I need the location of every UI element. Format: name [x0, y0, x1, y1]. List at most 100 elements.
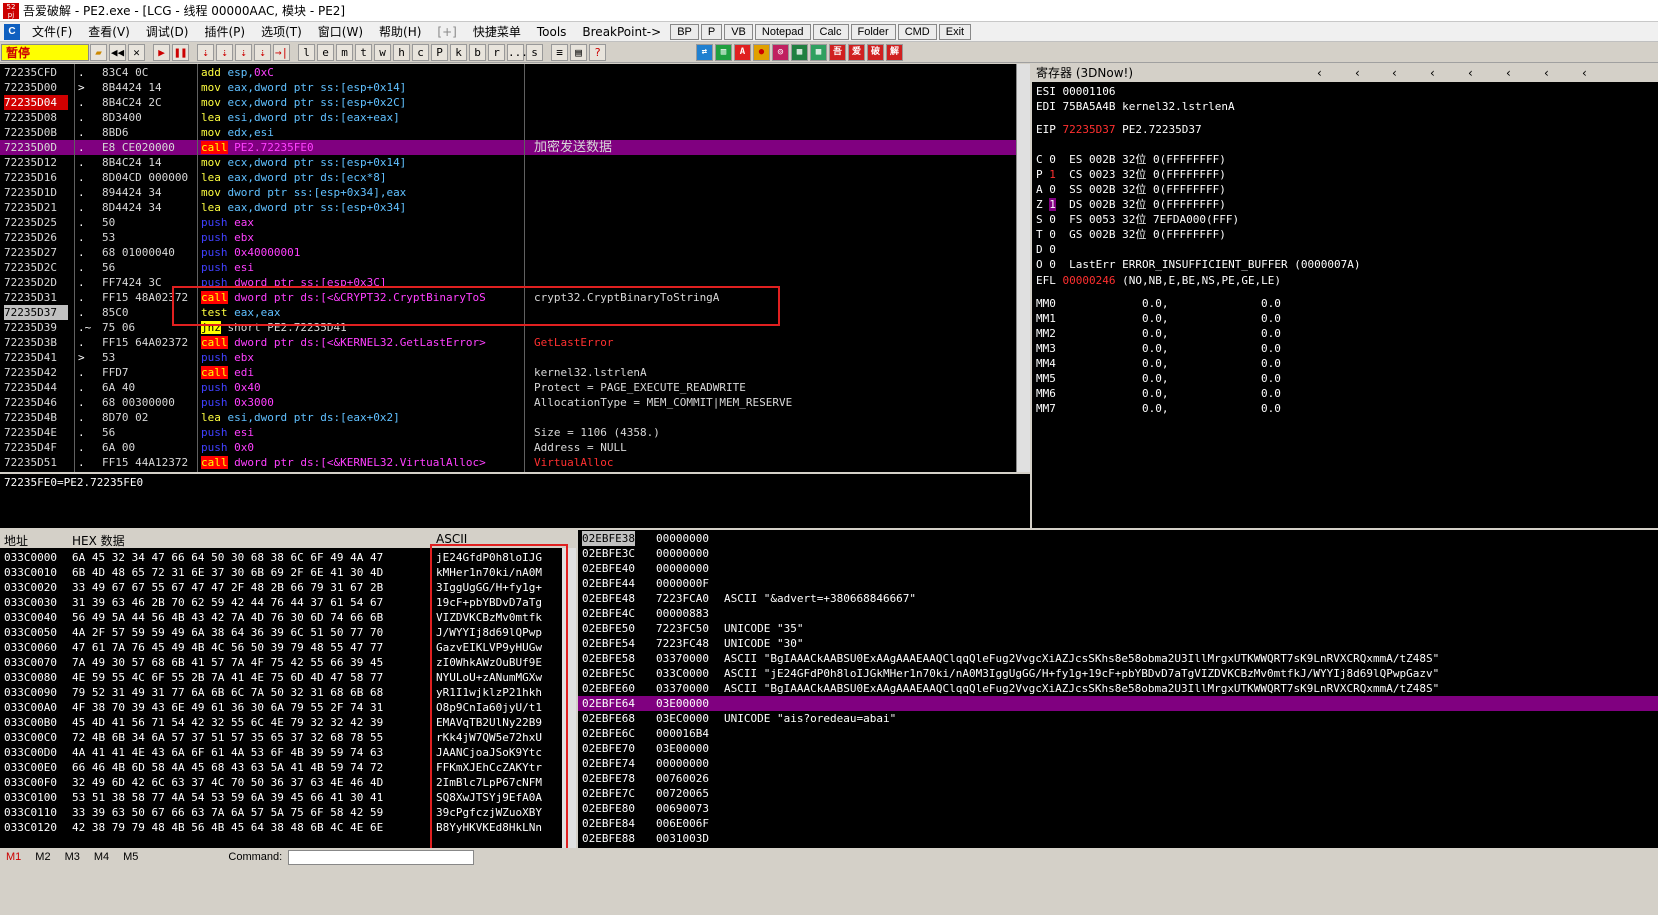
step-over-icon[interactable]: ⇣ — [216, 44, 233, 61]
disasm-row[interactable]: 72235D27. 68 01000040 push 0x40000001 — [0, 245, 1030, 260]
disasm-row[interactable]: 72235D12. 8B4C24 14 mov ecx,dword ptr ss:[… — [0, 155, 1030, 170]
disasm-row[interactable]: 72235D46. 68 00300000 push 0x3000 Allocatio… — [0, 395, 1030, 410]
mm-register-row[interactable]: MM6 0.0, 0.0 — [1036, 386, 1281, 401]
help-icon[interactable]: ? — [589, 44, 606, 61]
exit-button[interactable]: Exit — [938, 23, 972, 40]
notepad-button[interactable]: Notepad — [754, 23, 811, 40]
disasm-row[interactable]: 72235D0B. 8BD6 mov edx,esi — [0, 125, 1030, 140]
stack-row[interactable]: 02EBFE38 00000000 — [578, 531, 1658, 546]
disasm-row[interactable]: 72235D08. 8D3400 lea esi,dword ptr ds:[eax… — [0, 110, 1030, 125]
stack-row[interactable]: 02EBFE54 7223FC48 UNICODE "30" — [578, 636, 1658, 651]
close-icon[interactable]: ✕ — [128, 44, 145, 61]
disasm-row[interactable]: 72235D3B. FF15 64A02372 call dword ptr ds:… — [0, 335, 1030, 350]
disasm-row[interactable]: 72235D41 >53 push ebx — [0, 350, 1030, 365]
chevron-left-icon[interactable]: ‹ — [1468, 64, 1473, 82]
plugin-icon[interactable]: ▥ — [715, 44, 732, 61]
mm-register-row[interactable]: MM2 0.0, 0.0 — [1036, 326, 1281, 341]
brand-icon-2[interactable]: 爱 — [848, 44, 865, 61]
flag-row[interactable]: C 0 ES 002B 32位 0(FFFFFFFF) — [1036, 152, 1226, 167]
disasm-row[interactable]: 72235D00 >8B4424 14 mov eax,dword ptr ss:[… — [0, 80, 1030, 95]
menu-view[interactable]: 查看(V) — [80, 23, 138, 40]
registers-pane[interactable]: 寄存器 (3DNow!) ‹ ‹ ‹ ‹ ‹ ‹ ‹ ‹ ESI 0000110… — [1032, 64, 1658, 528]
breakpoints-button[interactable]: b — [469, 44, 486, 61]
stack-row[interactable]: 02EBFE50 7223FC50 UNICODE "35" — [578, 621, 1658, 636]
vb-button[interactable]: VB — [724, 23, 753, 40]
stack-row[interactable]: 02EBFE48 7223FCA0 ASCII "&advert=+38066884… — [578, 591, 1658, 606]
mem-tab-4[interactable]: M4 — [94, 851, 109, 863]
handles-button[interactable]: h — [393, 44, 410, 61]
mm-register-row[interactable]: MM5 0.0, 0.0 — [1036, 371, 1281, 386]
flag-row[interactable]: O 0 LastErr ERROR_INSUFFICIENT_BUFFER (0… — [1036, 257, 1361, 272]
menu-expand[interactable]: [+] — [429, 25, 464, 39]
step-into-icon[interactable]: ⇣ — [197, 44, 214, 61]
stack-row[interactable]: 02EBFE5C 033C0000 ASCII "jE24GFdP0h8loIJGk… — [578, 666, 1658, 681]
disasm-row[interactable]: 72235D21. 8D4424 34 lea eax,dword ptr ss:[… — [0, 200, 1030, 215]
menu-shortcuts[interactable]: 快捷菜单 — [465, 23, 529, 40]
run-icon[interactable]: ▶ — [153, 44, 170, 61]
stack-row[interactable]: 02EBFE84 006E006F — [578, 816, 1658, 831]
menu-debug[interactable]: 调试(D) — [138, 23, 197, 40]
disasm-row[interactable]: 72235D25. 50 push eax — [0, 215, 1030, 230]
mem-tab-3[interactable]: M3 — [65, 851, 80, 863]
chevron-left-icon[interactable]: ‹ — [1392, 64, 1397, 82]
disasm-row[interactable]: 72235D26. 53 push ebx — [0, 230, 1030, 245]
dump-col-hex[interactable]: HEX 数据 — [72, 532, 125, 549]
cpu-button[interactable]: c — [412, 44, 429, 61]
flag-row[interactable]: A 0 SS 002B 32位 0(FFFFFFFF) — [1036, 182, 1226, 197]
disasm-row[interactable]: 72235D04. 8B4C24 2C mov ecx,dword ptr ss:[… — [0, 95, 1030, 110]
menu-options[interactable]: 选项(T) — [253, 23, 310, 40]
dump-col-address[interactable]: 地址 — [4, 532, 28, 549]
stack-row[interactable]: 02EBFE58 03370000 ASCII "BgIAAACkAABSU0ExA… — [578, 651, 1658, 666]
stack-row[interactable]: 02EBFE7C 00720065 — [578, 786, 1658, 801]
disasm-row[interactable]: 72235D2C. 56 push esi — [0, 260, 1030, 275]
mm-register-row[interactable]: MM1 0.0, 0.0 — [1036, 311, 1281, 326]
disasm-row[interactable]: 72235D44. 6A 40 push 0x40 Protect = PAGE_EX… — [0, 380, 1030, 395]
options-list-icon[interactable]: ≡ — [551, 44, 568, 61]
mem-tab-2[interactable]: M2 — [35, 851, 50, 863]
stack-row[interactable]: 02EBFE60 03370000 ASCII "BgIAAACkAABSU0ExA… — [578, 681, 1658, 696]
mm-register-row[interactable]: MM3 0.0, 0.0 — [1036, 341, 1281, 356]
stack-row[interactable]: 02EBFE88 0031003D — [578, 831, 1658, 846]
trace-into-icon[interactable]: ⇣ — [235, 44, 252, 61]
stack-row[interactable]: 02EBFE78 00760026 — [578, 771, 1658, 786]
restart-icon[interactable]: ◀◀ — [109, 44, 126, 61]
chevron-left-icon[interactable]: ‹ — [1355, 64, 1360, 82]
open-folder-icon[interactable]: ▰ — [90, 44, 107, 61]
target-icon[interactable]: ◎ — [772, 44, 789, 61]
mem-tab-5[interactable]: M5 — [123, 851, 138, 863]
menu-file[interactable]: 文件(F) — [24, 23, 80, 40]
pause-icon[interactable]: ❚❚ — [172, 44, 189, 61]
mm-register-row[interactable]: MM7 0.0, 0.0 — [1036, 401, 1281, 416]
mm-register-row[interactable]: MM0 0.0, 0.0 — [1036, 296, 1281, 311]
stack-row[interactable]: 02EBFE68 03EC0000 UNICODE "ais?oredeau=aba… — [578, 711, 1658, 726]
stack-row[interactable]: 02EBFE44 0000000F — [578, 576, 1658, 591]
menu-help[interactable]: 帮助(H) — [371, 23, 429, 40]
flag-row[interactable]: P 1 CS 0023 32位 0(FFFFFFFF) — [1036, 167, 1226, 182]
disasm-row[interactable]: 72235D4F. 6A 00 push 0x0 Address = NULL — [0, 440, 1030, 455]
mm-register-row[interactable]: MM4 0.0, 0.0 — [1036, 356, 1281, 371]
swap-icon[interactable]: ⇄ — [696, 44, 713, 61]
flag-row[interactable]: T 0 GS 002B 32位 0(FFFFFFFF) — [1036, 227, 1226, 242]
reg-esi[interactable]: ESI 00001106 — [1036, 84, 1115, 99]
trace-over-icon[interactable]: ⇣ — [254, 44, 271, 61]
disasm-row[interactable]: 72235D1D. 894424 34 mov dword ptr ss:[esp+… — [0, 185, 1030, 200]
chevron-left-icon[interactable]: ‹ — [1317, 64, 1322, 82]
stack-row[interactable]: 02EBFE80 00690073 — [578, 801, 1658, 816]
references-button[interactable]: r — [488, 44, 505, 61]
stack-row[interactable]: 02EBFE3C 00000000 — [578, 546, 1658, 561]
log-window-button[interactable]: l — [298, 44, 315, 61]
call-stack-button[interactable]: k — [450, 44, 467, 61]
brand-icon-1[interactable]: 吾 — [829, 44, 846, 61]
disassembly-pane[interactable]: 72235CFD. 83C4 0C add esp,0xC 72235D00 >8B44… — [0, 64, 1030, 472]
menu-tools[interactable]: Tools — [529, 25, 575, 39]
bp-button[interactable]: BP — [670, 23, 699, 40]
disasm-row[interactable]: 72235D51. FF15 44A12372 call dword ptr ds:… — [0, 455, 1030, 470]
disassembly-scrollbar[interactable] — [1016, 64, 1030, 472]
mem-tab-1[interactable]: M1 — [6, 851, 21, 863]
run-trace-button[interactable]: ... — [507, 44, 528, 61]
font-icon[interactable]: A — [734, 44, 751, 61]
flag-row[interactable]: D 0 — [1036, 242, 1069, 257]
chevron-left-icon[interactable]: ‹ — [1544, 64, 1549, 82]
appearance-icon[interactable]: ▤ — [570, 44, 587, 61]
chevron-left-icon[interactable]: ‹ — [1582, 64, 1587, 82]
